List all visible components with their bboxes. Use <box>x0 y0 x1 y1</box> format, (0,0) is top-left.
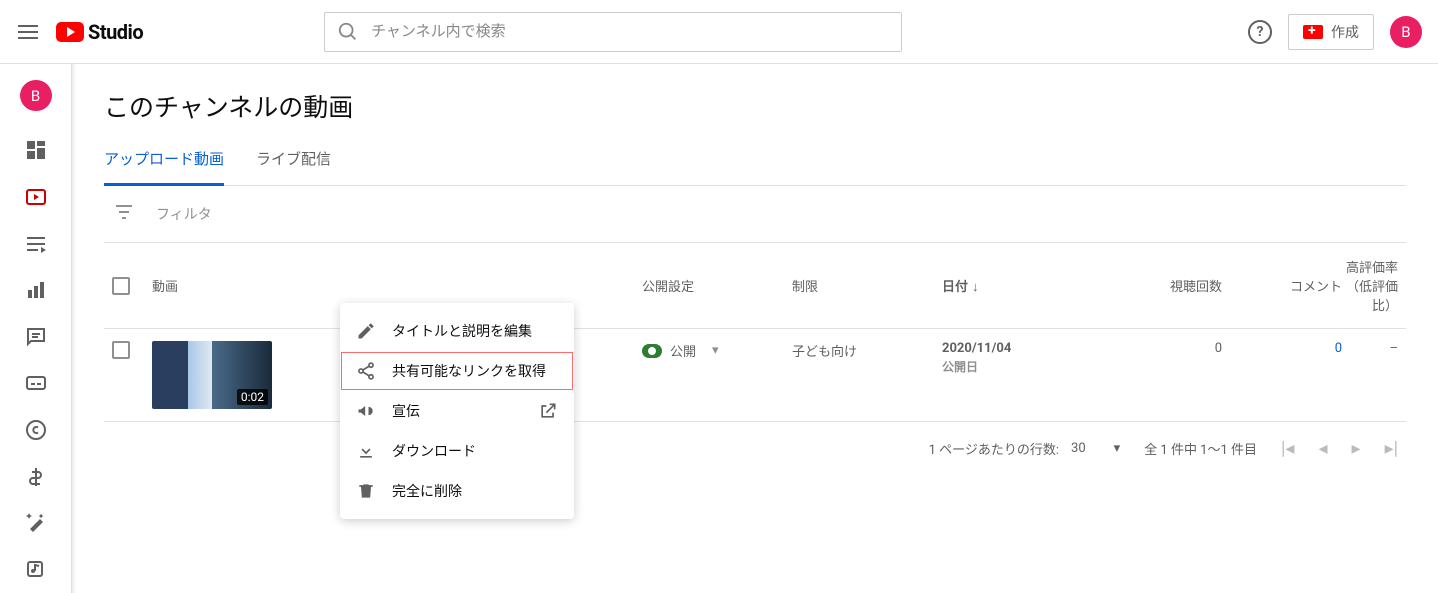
per-page-label: 1 ページあたりの行数: <box>929 439 1059 458</box>
sidebar: B <box>0 64 72 593</box>
header: Studio ? 作成 B <box>0 0 1438 64</box>
menu-get-shareable-link[interactable]: 共有可能なリンクを取得 <box>340 351 574 391</box>
studio-logo[interactable]: Studio <box>56 20 143 44</box>
nav-comments[interactable] <box>0 313 72 360</box>
row-checkbox[interactable] <box>112 341 130 359</box>
menu-promote[interactable]: 宣伝 <box>340 391 574 431</box>
menu-delete-forever[interactable]: 完全に削除 <box>340 471 574 511</box>
nav-analytics[interactable] <box>0 267 72 314</box>
filter-label: フィルタ <box>156 204 212 224</box>
filter-bar[interactable]: フィルタ <box>104 186 1406 243</box>
create-button[interactable]: 作成 <box>1288 14 1374 50</box>
search-input[interactable] <box>371 23 889 40</box>
menu-download[interactable]: ダウンロード <box>340 431 574 471</box>
column-date[interactable]: 日付↓ <box>942 276 1102 295</box>
column-likes[interactable]: 高評価率（低評価比） <box>1342 257 1398 314</box>
logo-text: Studio <box>88 20 143 44</box>
share-icon <box>356 361 376 381</box>
nav-monetization[interactable] <box>0 453 72 500</box>
download-icon <box>356 441 376 461</box>
date-sublabel: 公開日 <box>942 358 1102 375</box>
search-icon <box>337 21 359 43</box>
sort-down-icon: ↓ <box>972 280 979 295</box>
delete-icon <box>356 481 376 501</box>
create-label: 作成 <box>1331 22 1359 42</box>
menu-edit-title[interactable]: タイトルと説明を編集 <box>340 311 574 351</box>
nav-copyright[interactable] <box>0 407 72 454</box>
select-all-checkbox[interactable] <box>112 277 130 295</box>
pagination: 1 ページあたりの行数: 30 ▾ 全 1 件中 1～1 件目 |◂ ◂ ▸ ▸… <box>104 422 1406 475</box>
restriction-value: 子ども向け <box>792 341 942 360</box>
comments-link[interactable]: 0 <box>1335 341 1342 356</box>
views-value: 0 <box>1102 341 1222 356</box>
date-value: 2020/11/04 <box>942 341 1102 356</box>
menu-label: タイトルと説明を編集 <box>392 321 532 341</box>
main-content: このチャンネルの動画 アップロード動画 ライブ配信 フィルタ 動画 公開設定 制… <box>72 64 1438 593</box>
youtube-play-icon <box>56 22 84 42</box>
chevron-down-icon: ▾ <box>1114 441 1121 456</box>
visibility-selector[interactable]: 公開 ▾ <box>642 341 792 360</box>
video-duration: 0:02 <box>237 389 268 405</box>
megaphone-icon <box>356 401 376 421</box>
edit-icon <box>356 321 376 341</box>
filter-icon <box>112 200 136 228</box>
page-range: 全 1 件中 1～1 件目 <box>1144 439 1257 458</box>
menu-label: 完全に削除 <box>392 481 462 501</box>
nav-customization[interactable] <box>0 500 72 547</box>
first-page-button[interactable]: |◂ <box>1281 438 1294 459</box>
help-button[interactable]: ? <box>1248 20 1272 44</box>
tabs: アップロード動画 ライブ配信 <box>104 148 1406 186</box>
channel-avatar[interactable]: B <box>20 80 52 111</box>
nav-audio-library[interactable] <box>0 546 72 593</box>
create-camera-icon <box>1303 25 1323 39</box>
per-page-select[interactable]: 30 ▾ <box>1071 441 1120 456</box>
nav-content[interactable] <box>0 174 72 221</box>
menu-label: ダウンロード <box>392 441 476 461</box>
visibility-public-icon <box>642 344 662 358</box>
visibility-label: 公開 <box>670 341 696 360</box>
column-views[interactable]: 視聴回数 <box>1102 276 1222 295</box>
column-comments[interactable]: コメント <box>1222 276 1342 295</box>
chevron-down-icon: ▾ <box>712 343 719 358</box>
table-row[interactable]: 0:02 公開 ▾ 子ども向け 2020/11/04 公開日 0 0 – <box>104 329 1406 422</box>
context-menu: タイトルと説明を編集 共有可能なリンクを取得 宣伝 ダウンロード 完全に削除 <box>340 303 574 519</box>
page-title: このチャンネルの動画 <box>104 88 1406 124</box>
column-restrictions[interactable]: 制限 <box>792 276 942 295</box>
search-box[interactable] <box>324 12 902 52</box>
likes-value: – <box>1342 341 1398 356</box>
external-link-icon <box>538 401 558 421</box>
menu-label: 宣伝 <box>392 401 420 421</box>
account-avatar[interactable]: B <box>1390 16 1422 48</box>
nav-playlists[interactable] <box>0 220 72 267</box>
per-page-value: 30 <box>1071 441 1086 456</box>
column-visibility[interactable]: 公開設定 <box>642 276 792 295</box>
last-page-button[interactable]: ▸| <box>1385 438 1398 459</box>
hamburger-menu-button[interactable] <box>16 20 40 44</box>
prev-page-button[interactable]: ◂ <box>1318 438 1327 459</box>
nav-dashboard[interactable] <box>0 127 72 174</box>
tab-live[interactable]: ライブ配信 <box>256 148 331 185</box>
table-header: 動画 公開設定 制限 日付↓ 視聴回数 コメント 高評価率（低評価比） <box>104 243 1406 329</box>
column-video[interactable]: 動画 <box>152 276 642 295</box>
next-page-button[interactable]: ▸ <box>1352 438 1361 459</box>
video-thumbnail[interactable]: 0:02 <box>152 341 272 409</box>
tab-uploads[interactable]: アップロード動画 <box>104 148 224 186</box>
menu-label: 共有可能なリンクを取得 <box>392 361 546 381</box>
nav-subtitles[interactable] <box>0 360 72 407</box>
